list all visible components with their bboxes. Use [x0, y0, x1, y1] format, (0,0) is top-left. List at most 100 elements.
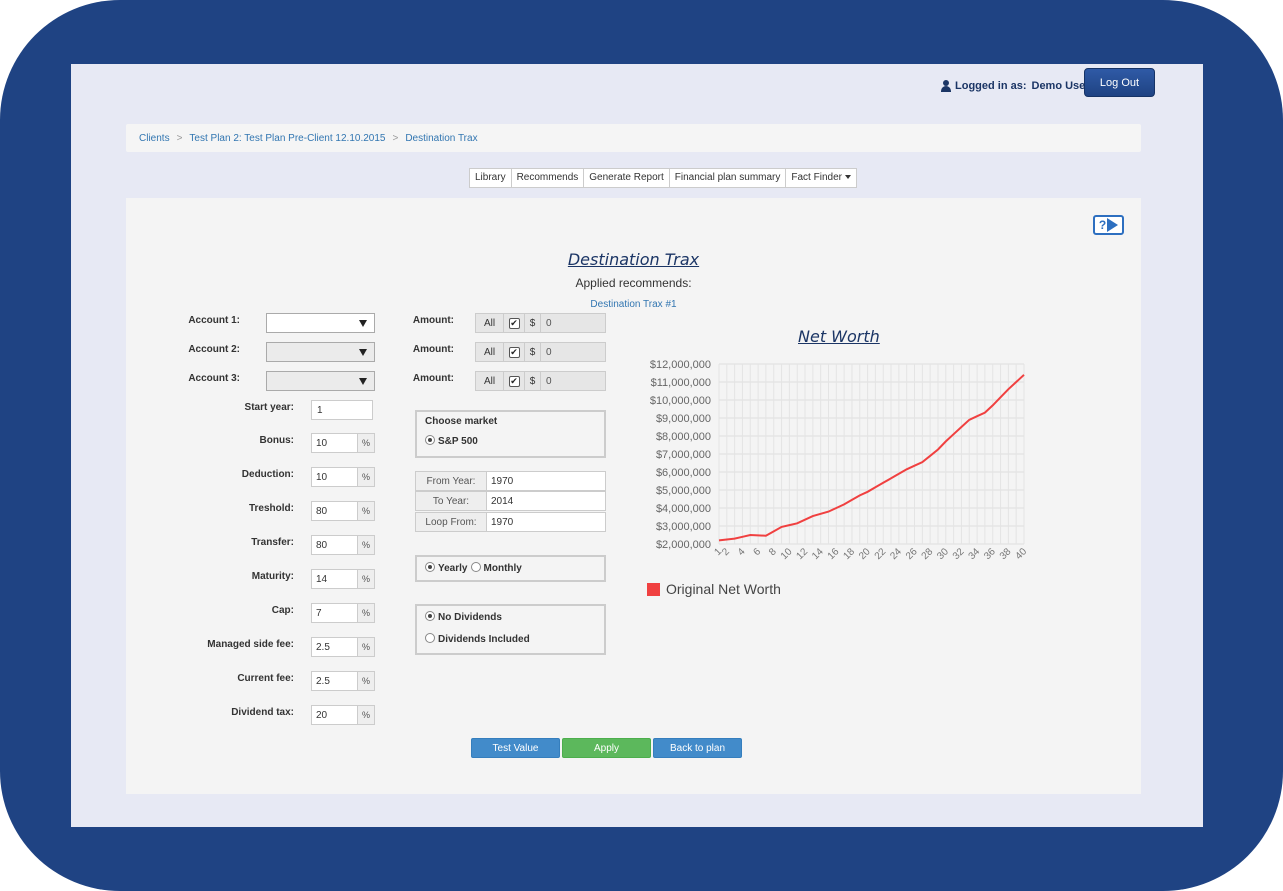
amount-3-group: All ✔ $ 0 [475, 371, 606, 391]
maturity-label: Maturity: [251, 571, 294, 582]
y-tick-label: $12,000,000 [650, 359, 711, 371]
account-2-select[interactable] [266, 342, 375, 362]
account-1-label: Account 1: [188, 315, 240, 326]
cap-input[interactable]: 7% [311, 603, 375, 623]
dividends-included-option[interactable]: Dividends Included [425, 633, 596, 645]
x-tick-label: 12 [795, 546, 811, 562]
no-dividends-option[interactable]: No Dividends [425, 611, 596, 623]
current-fee-input[interactable]: 2.5% [311, 671, 375, 691]
managed-side-fee-label: Managed side fee: [207, 639, 294, 650]
y-tick-label: $3,000,000 [656, 521, 711, 533]
tab-recommends[interactable]: Recommends [511, 169, 585, 187]
test-value-button[interactable]: Test Value [471, 738, 560, 758]
treshold-input[interactable]: 80% [311, 501, 375, 521]
amount-3-label: Amount: [412, 373, 454, 384]
x-tick-label: 2 [720, 546, 732, 558]
user-name: Demo User [1031, 80, 1090, 92]
tab-library[interactable]: Library [470, 169, 512, 187]
market-option[interactable]: S&P 500 [425, 435, 596, 447]
breadcrumb-separator: > [392, 132, 399, 144]
transfer-input[interactable]: 80% [311, 535, 375, 555]
from-year-row: From Year: 1970 [415, 471, 606, 491]
percent-addon: % [357, 502, 374, 520]
x-tick-label: 6 [752, 546, 764, 558]
currency-symbol: $ [525, 343, 541, 361]
net-worth-chart: $2,000,000 $3,000,000 $4,000,000 $5,000,000… [650, 359, 1030, 562]
all-checkbox[interactable]: ✔ [504, 343, 525, 361]
y-tick-label: $4,000,000 [656, 503, 711, 515]
amount-1-input[interactable]: 0 [541, 314, 605, 332]
x-tick-label: 10 [779, 546, 795, 562]
account-3-select[interactable] [266, 371, 375, 391]
recommend-link[interactable]: Destination Trax #1 [126, 299, 1141, 310]
amount-3-input[interactable]: 0 [541, 372, 605, 390]
all-label: All [476, 343, 504, 361]
treshold-label: Treshold: [248, 503, 294, 514]
x-tick-label: 30 [935, 546, 951, 562]
x-tick-label: 24 [888, 546, 904, 562]
current-fee-label: Current fee: [237, 673, 294, 684]
x-tick-label: 14 [810, 546, 826, 562]
caret-down-icon [844, 175, 851, 180]
loop-from-row: Loop From: 1970 [415, 512, 606, 532]
back-to-plan-button[interactable]: Back to plan [653, 738, 742, 758]
amount-2-input[interactable]: 0 [541, 343, 605, 361]
account-1-select[interactable] [266, 313, 375, 333]
nav-tabs: Library Recommends Generate Report Finan… [469, 168, 857, 188]
logged-in-label: Logged in as: [955, 80, 1027, 92]
y-tick-label: $7,000,000 [656, 449, 711, 461]
login-status: Logged in as: Demo User [941, 78, 1090, 94]
dividend-tax-value: 20 [316, 709, 328, 721]
breadcrumb: Clients > Test Plan 2: Test Plan Pre-Cli… [126, 124, 1141, 152]
user-icon [941, 80, 952, 92]
all-checkbox[interactable]: ✔ [504, 372, 525, 390]
question-icon: ? [1098, 218, 1107, 232]
monthly-option[interactable]: Monthly [470, 562, 522, 574]
x-tick-label: 4 [736, 546, 748, 558]
treshold-value: 80 [316, 505, 328, 517]
all-checkbox[interactable]: ✔ [504, 314, 525, 332]
tab-fact-finder-label: Fact Finder [791, 172, 842, 183]
loop-from-input[interactable]: 1970 [487, 513, 605, 531]
deduction-input[interactable]: 10% [311, 467, 375, 487]
maturity-input[interactable]: 14% [311, 569, 375, 589]
account-3-label: Account 3: [188, 373, 240, 384]
help-video-button[interactable]: ? [1093, 215, 1124, 235]
currency-symbol: $ [525, 314, 541, 332]
from-year-input[interactable]: 1970 [487, 472, 605, 490]
y-tick-label: $9,000,000 [656, 413, 711, 425]
to-year-input[interactable]: 2014 [487, 492, 605, 510]
x-tick-label: 18 [841, 546, 857, 562]
transfer-value: 80 [316, 539, 328, 551]
breadcrumb-clients[interactable]: Clients [139, 133, 170, 144]
logout-button[interactable]: Log Out [1084, 68, 1155, 97]
tab-generate-report[interactable]: Generate Report [584, 169, 670, 187]
y-tick-label: $8,000,000 [656, 431, 711, 443]
breadcrumb-current[interactable]: Destination Trax [405, 133, 477, 144]
yearly-option[interactable]: Yearly [425, 562, 467, 574]
breadcrumb-separator: > [176, 132, 183, 144]
start-year-input[interactable]: 1 [311, 400, 373, 420]
radio-selected-icon [425, 611, 435, 621]
x-tick-label: 40 [1013, 546, 1029, 562]
tab-financial-plan-summary[interactable]: Financial plan summary [669, 169, 787, 187]
transfer-label: Transfer: [251, 537, 294, 548]
account-2-label: Account 2: [188, 344, 240, 355]
managed-side-fee-input[interactable]: 2.5% [311, 637, 375, 657]
breadcrumb-plan[interactable]: Test Plan 2: Test Plan Pre-Client 12.10.… [189, 133, 385, 144]
chevron-down-icon [359, 320, 367, 327]
y-tick-label: $6,000,000 [656, 467, 711, 479]
bonus-input[interactable]: 10% [311, 433, 375, 453]
from-year-label: From Year: [416, 472, 487, 490]
dividend-tax-input[interactable]: 20% [311, 705, 375, 725]
deduction-value: 10 [316, 471, 328, 483]
tab-fact-finder[interactable]: Fact Finder [786, 169, 856, 187]
check-icon: ✔ [508, 375, 520, 387]
amount-2-label: Amount: [412, 344, 454, 355]
all-label: All [476, 314, 504, 332]
frequency-box: Yearly Monthly [415, 555, 606, 582]
percent-addon: % [357, 570, 374, 588]
apply-button[interactable]: Apply [562, 738, 651, 758]
play-icon [1107, 218, 1119, 232]
y-tick-label: $2,000,000 [656, 539, 711, 551]
